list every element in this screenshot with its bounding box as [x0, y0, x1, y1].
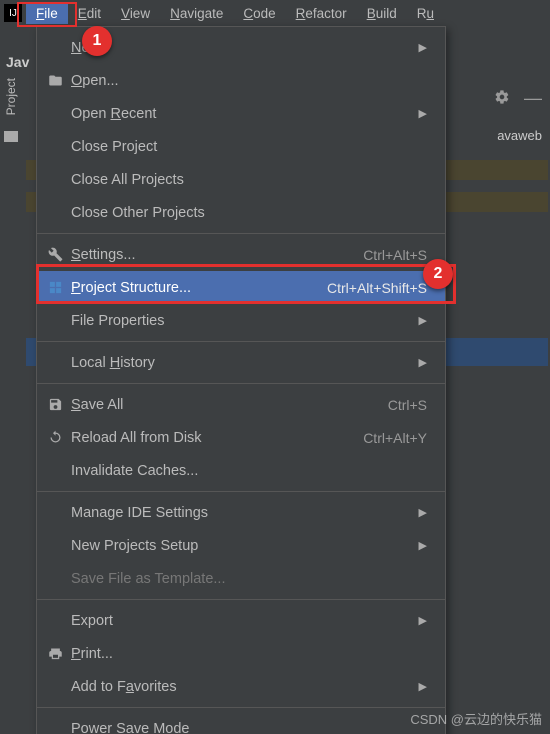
menu-item-label: Close All Projects: [71, 172, 427, 188]
menu-shortcut: Ctrl+Alt+S: [363, 247, 427, 263]
menu-run[interactable]: Ru: [407, 3, 444, 24]
menu-item-power-save-mode[interactable]: Power Save Mode: [37, 712, 445, 734]
menu-item-label: New Projects Setup: [71, 538, 411, 554]
menu-separator: [37, 707, 445, 708]
chevron-right-icon: ▶: [419, 614, 427, 627]
menu-item-label: Close Other Projects: [71, 205, 427, 221]
menu-item-local-history[interactable]: Local History ▶: [37, 346, 445, 379]
menu-item-label: Project Structure...: [71, 280, 327, 296]
menu-item-label: Print...: [71, 646, 427, 662]
folder-icon: [45, 73, 65, 88]
annotation-callout-1: 1: [82, 26, 112, 56]
reload-icon: [45, 430, 65, 445]
menu-item-file-properties[interactable]: File Properties ▶: [37, 304, 445, 337]
gear-icon[interactable]: [494, 89, 510, 108]
menu-shortcut: Ctrl+Alt+Shift+S: [327, 280, 427, 296]
menu-item-export[interactable]: Export ▶: [37, 604, 445, 637]
menu-item-save-all[interactable]: Save AllCtrl+S: [37, 388, 445, 421]
chevron-right-icon: ▶: [419, 41, 427, 54]
menu-item-close-all-projects[interactable]: Close All Projects: [37, 163, 445, 196]
menu-item-label: Local History: [71, 355, 411, 371]
panel-toolbar: —: [494, 88, 542, 109]
pstruct-icon: [45, 280, 65, 295]
folder-icon[interactable]: [4, 131, 18, 142]
menu-item-project-structure[interactable]: Project Structure...Ctrl+Alt+Shift+S: [37, 271, 445, 304]
menu-item-label: Power Save Mode: [71, 721, 427, 734]
project-tool-button[interactable]: Project: [4, 78, 18, 115]
menu-separator: [37, 491, 445, 492]
menu-item-close-project[interactable]: Close Project: [37, 130, 445, 163]
chevron-right-icon: ▶: [419, 539, 427, 552]
menu-item-close-other-projects[interactable]: Close Other Projects: [37, 196, 445, 229]
menu-refactor[interactable]: Refactor: [286, 3, 357, 24]
menu-item-label: Add to Favorites: [71, 679, 411, 695]
chevron-right-icon: ▶: [419, 314, 427, 327]
menu-item-new-projects-setup[interactable]: New Projects Setup ▶: [37, 529, 445, 562]
menu-item-label: Invalidate Caches...: [71, 463, 427, 479]
menu-item-manage-ide-settings[interactable]: Manage IDE Settings ▶: [37, 496, 445, 529]
menu-item-add-to-favorites[interactable]: Add to Favorites ▶: [37, 670, 445, 703]
file-menu-dropdown: New ▶ Open... Open Recent ▶ Close Project Clos…: [36, 26, 446, 734]
menu-item-label: Manage IDE Settings: [71, 505, 411, 521]
watermark: CSDN @云边的快乐猫: [410, 709, 542, 728]
menu-shortcut: Ctrl+Alt+Y: [363, 430, 427, 446]
menu-navigate[interactable]: Navigate: [160, 3, 233, 24]
menu-item-open-recent[interactable]: Open Recent ▶: [37, 97, 445, 130]
menu-item-open[interactable]: Open...: [37, 64, 445, 97]
menu-separator: [37, 383, 445, 384]
menu-item-label: New: [71, 40, 411, 56]
chevron-right-icon: ▶: [419, 356, 427, 369]
menu-separator: [37, 599, 445, 600]
menu-item-print[interactable]: Print...: [37, 637, 445, 670]
annotation-callout-2: 2: [423, 259, 453, 289]
menu-item-label: Save All: [71, 397, 388, 413]
menu-item-reload-all-from-disk[interactable]: Reload All from DiskCtrl+Alt+Y: [37, 421, 445, 454]
printer-icon: [45, 646, 65, 661]
menu-item-label: Save File as Template...: [71, 571, 427, 587]
menu-item-label: Open...: [71, 73, 427, 89]
menu-item-invalidate-caches[interactable]: Invalidate Caches...: [37, 454, 445, 487]
menu-separator: [37, 233, 445, 234]
chevron-right-icon: ▶: [419, 107, 427, 120]
menu-item-label: Settings...: [71, 247, 363, 263]
menu-build[interactable]: Build: [357, 3, 407, 24]
app-icon: IJ: [4, 4, 22, 22]
menu-edit[interactable]: Edit: [68, 3, 111, 24]
main-menubar: IJ FileEditViewNavigateCodeRefactorBuild…: [0, 0, 550, 26]
menu-view[interactable]: View: [111, 3, 160, 24]
menu-item-label: Reload All from Disk: [71, 430, 363, 446]
menu-item-label: Export: [71, 613, 411, 629]
hide-icon[interactable]: —: [524, 88, 542, 109]
chevron-right-icon: ▶: [419, 506, 427, 519]
menu-item-label: Open Recent: [71, 106, 411, 122]
wrench-icon: [45, 247, 65, 262]
menu-item-label: Close Project: [71, 139, 427, 155]
menu-item-save-file-as-template: Save File as Template...: [37, 562, 445, 595]
menu-file[interactable]: File: [26, 3, 68, 24]
header-right-fragment: avaweb: [497, 128, 542, 143]
menu-separator: [37, 341, 445, 342]
save-icon: [45, 397, 65, 412]
menu-item-label: File Properties: [71, 313, 411, 329]
chevron-right-icon: ▶: [419, 680, 427, 693]
menu-item-settings[interactable]: Settings...Ctrl+Alt+S: [37, 238, 445, 271]
project-breadcrumb: Jav: [0, 46, 35, 78]
tool-window-bar: Project: [0, 78, 22, 142]
menu-code[interactable]: Code: [233, 3, 285, 24]
menu-shortcut: Ctrl+S: [388, 397, 427, 413]
